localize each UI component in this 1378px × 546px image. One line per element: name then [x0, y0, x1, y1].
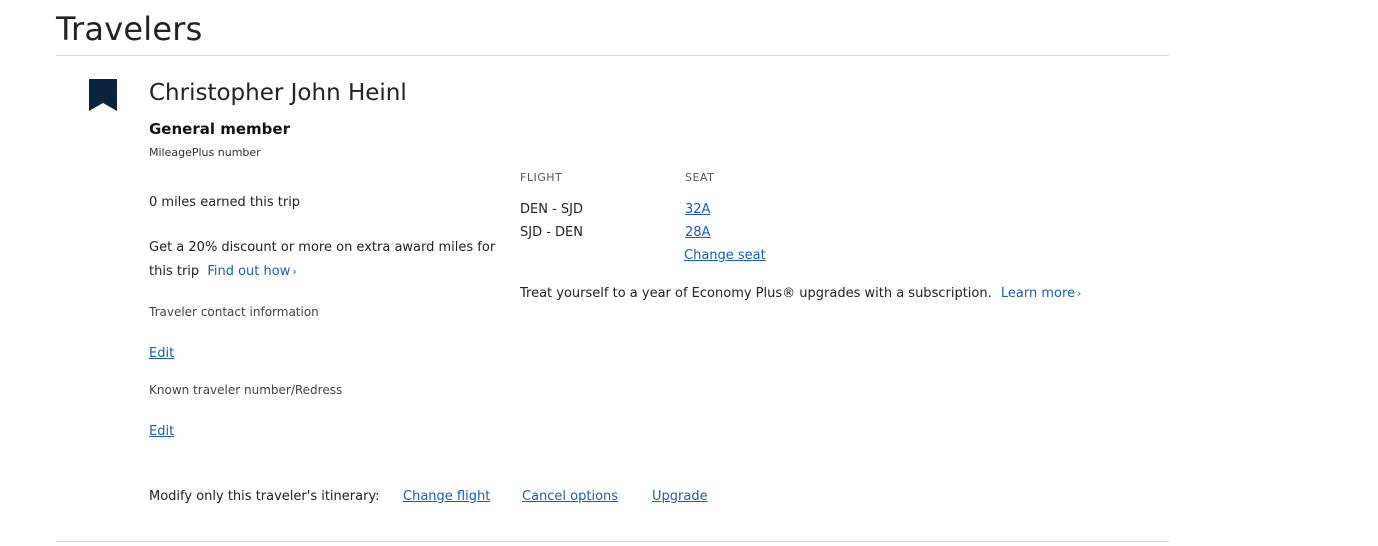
chevron-right-icon: › — [1077, 287, 1082, 300]
discount-offer: Get a 20% discount or more on extra awar… — [149, 236, 519, 284]
cancel-options-link[interactable]: Cancel options — [522, 489, 618, 504]
discount-text: Get a 20% discount or more on extra awar… — [149, 240, 496, 279]
modify-itinerary-label: Modify only this traveler's itinerary: — [149, 489, 380, 504]
traveler-name: Christopher John Heinl — [149, 80, 407, 106]
seat-link[interactable]: 32A — [685, 202, 710, 217]
seat-column-header: SEAT — [685, 171, 715, 184]
bookmark-icon — [89, 79, 117, 111]
seat-link[interactable]: 28A — [685, 225, 710, 240]
change-seat-link[interactable]: Change seat — [684, 248, 766, 263]
promo-text: Treat yourself to a year of Economy Plus… — [520, 286, 992, 301]
flight-column-header: FLIGHT — [520, 171, 563, 184]
edit-contact-link[interactable]: Edit — [149, 346, 174, 361]
find-out-how-link[interactable]: Find out how › — [207, 264, 296, 279]
mileageplus-label: MileagePlus number — [149, 146, 261, 159]
flight-route: SJD - DEN — [520, 225, 584, 240]
contact-info-label: Traveler contact information — [149, 305, 319, 319]
change-flight-link[interactable]: Change flight — [403, 489, 490, 504]
economy-plus-promo: Treat yourself to a year of Economy Plus… — [520, 286, 1081, 301]
top-divider — [56, 55, 1169, 56]
member-tier: General member — [149, 120, 290, 138]
chevron-right-icon: › — [292, 265, 297, 278]
bottom-divider — [56, 541, 1169, 542]
miles-earned: 0 miles earned this trip — [149, 195, 301, 210]
learn-more-link[interactable]: Learn more › — [1001, 286, 1082, 301]
section-title: Travelers — [56, 10, 203, 48]
find-out-how-label: Find out how — [207, 264, 291, 279]
flight-route: DEN - SJD — [520, 202, 584, 217]
travelers-section: Travelers Christopher John Heinl General… — [0, 0, 1378, 546]
upgrade-link[interactable]: Upgrade — [652, 489, 708, 504]
learn-more-label: Learn more — [1000, 286, 1076, 301]
known-traveler-label: Known traveler number/Redress — [149, 383, 343, 397]
edit-known-traveler-link[interactable]: Edit — [149, 424, 174, 439]
